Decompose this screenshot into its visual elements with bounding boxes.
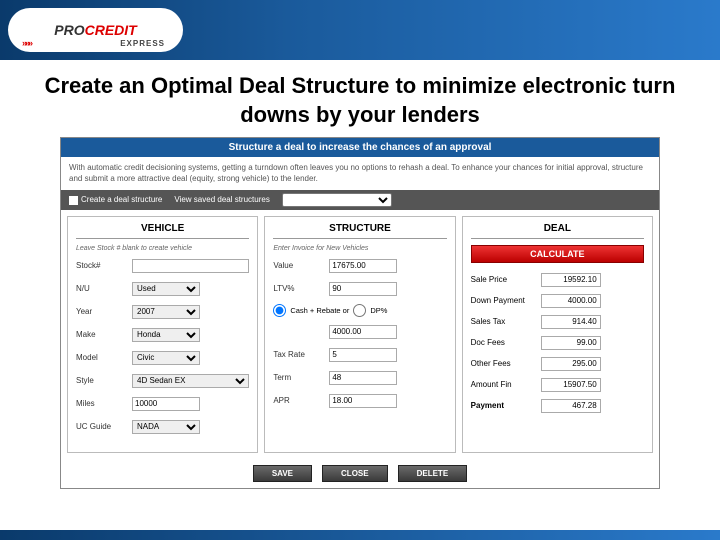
panel-deal-title: DEAL (471, 223, 644, 239)
panel-vehicle: VEHICLE Leave Stock # blank to create ve… (67, 216, 258, 453)
doc-label: Doc Fees (471, 338, 541, 347)
year-select[interactable]: 2007 (132, 305, 200, 319)
style-select[interactable]: 4D Sedan EX (132, 374, 249, 388)
apr-label: APR (273, 396, 329, 405)
brand-logo: »»» PROCREDIT EXPRESS (8, 8, 183, 52)
model-label: Model (76, 353, 132, 362)
other-value[interactable] (541, 357, 601, 371)
guide-select[interactable]: NADA (132, 420, 200, 434)
guide-label: UC Guide (76, 422, 132, 431)
bottom-accent (0, 530, 720, 540)
vehicle-hint: Leave Stock # blank to create vehicle (76, 245, 249, 252)
brand-credit: CREDIT (85, 22, 137, 38)
value-input[interactable] (329, 259, 397, 273)
brand-tag: EXPRESS (120, 39, 165, 48)
sale-value[interactable] (541, 273, 601, 287)
nu-select[interactable]: Used (132, 282, 200, 296)
app-header: Structure a deal to increase the chances… (61, 138, 659, 157)
arrows-icon: »»» (22, 38, 31, 48)
make-label: Make (76, 330, 132, 339)
checkbox-icon[interactable] (69, 196, 78, 205)
page-title: Create an Optimal Deal Structure to mini… (20, 72, 700, 129)
term-label: Term (273, 373, 329, 382)
save-button[interactable]: SAVE (253, 465, 312, 482)
stock-label: Stock# (76, 261, 132, 270)
deal-app: Structure a deal to increase the chances… (60, 137, 660, 489)
term-input[interactable] (329, 371, 397, 385)
amtfin-label: Amount Fin (471, 380, 541, 389)
stock-input[interactable] (132, 259, 249, 273)
ltv-label: LTV% (273, 284, 329, 293)
panel-structure-title: STRUCTURE (273, 223, 446, 239)
payment-label: Payment (471, 401, 541, 410)
ltv-input[interactable] (329, 282, 397, 296)
cash-radio[interactable] (273, 304, 286, 317)
down-value[interactable] (541, 294, 601, 308)
calculate-button[interactable]: CALCULATE (471, 245, 644, 263)
delete-button[interactable]: DELETE (398, 465, 468, 482)
make-select[interactable]: Honda (132, 328, 200, 342)
value-label: Value (273, 261, 329, 270)
sale-label: Sale Price (471, 275, 541, 284)
nu-label: N/U (76, 284, 132, 293)
payment-value[interactable] (541, 399, 601, 413)
amtfin-value[interactable] (541, 378, 601, 392)
intro-text: With automatic credit decisioning system… (61, 157, 659, 190)
down-label: Down Payment (471, 296, 541, 305)
panel-vehicle-title: VEHICLE (76, 223, 249, 239)
doc-value[interactable] (541, 336, 601, 350)
style-label: Style (76, 376, 132, 385)
cash-input[interactable] (329, 325, 397, 339)
close-button[interactable]: CLOSE (322, 465, 388, 482)
miles-input[interactable] (132, 397, 200, 411)
salestax-label: Sales Tax (471, 317, 541, 326)
panel-structure: STRUCTURE Enter Invoice for New Vehicles… (264, 216, 455, 453)
cash-or-dp-row: Cash + Rebate or DP% (273, 304, 446, 317)
saved-deals-select[interactable] (282, 193, 392, 207)
miles-label: Miles (76, 399, 132, 408)
salestax-value[interactable] (541, 315, 601, 329)
dp-radio[interactable] (353, 304, 366, 317)
other-label: Other Fees (471, 359, 541, 368)
tab-view[interactable]: View saved deal structures (174, 195, 269, 204)
model-select[interactable]: Civic (132, 351, 200, 365)
taxrate-label: Tax Rate (273, 350, 329, 359)
year-label: Year (76, 307, 132, 316)
apr-input[interactable] (329, 394, 397, 408)
mode-tabs: Create a deal structure View saved deal … (61, 190, 659, 210)
taxrate-input[interactable] (329, 348, 397, 362)
tab-create[interactable]: Create a deal structure (69, 195, 162, 204)
action-bar: SAVE CLOSE DELETE (61, 459, 659, 488)
panel-deal: DEAL CALCULATE Sale Price Down Payment S… (462, 216, 653, 453)
structure-hint: Enter Invoice for New Vehicles (273, 245, 446, 252)
brand-pro: PRO (54, 22, 84, 38)
top-banner: »»» PROCREDIT EXPRESS (0, 0, 720, 60)
